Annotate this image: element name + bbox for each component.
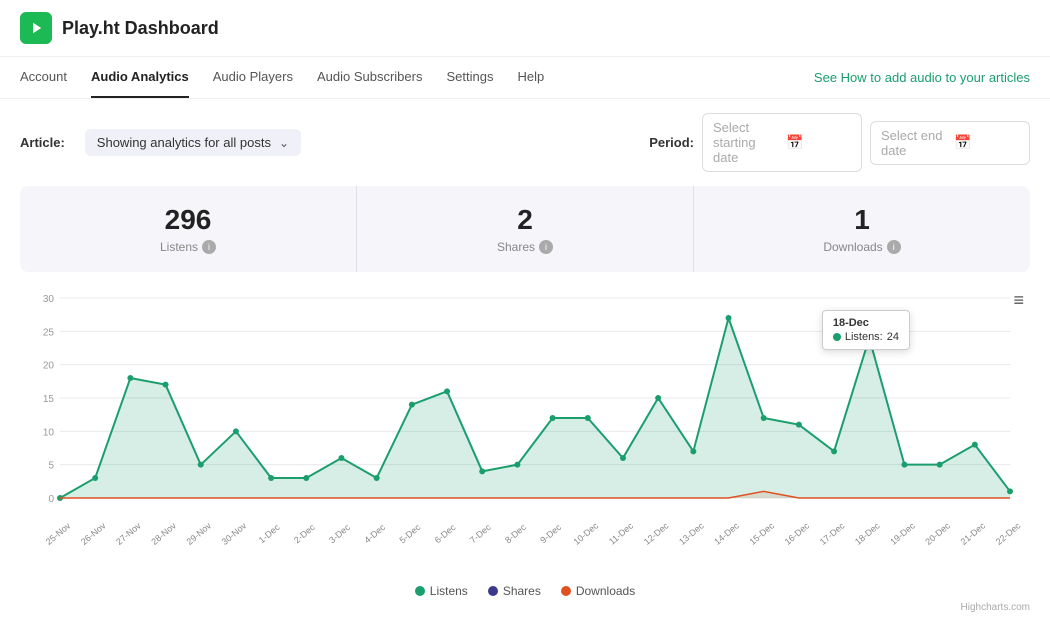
svg-text:17-Dec: 17-Dec [818,520,847,547]
svg-text:7-Dec: 7-Dec [468,522,493,545]
article-select-value: Showing analytics for all posts [97,135,271,150]
svg-text:27-Nov: 27-Nov [114,520,143,547]
svg-text:18-Dec: 18-Dec [853,520,882,547]
highcharts-credit: Highcharts.com [0,602,1050,617]
svg-text:28-Nov: 28-Nov [149,520,178,547]
svg-text:15: 15 [43,394,55,405]
svg-text:11-Dec: 11-Dec [607,520,636,546]
svg-text:9-Dec: 9-Dec [538,522,563,545]
main-nav: Account Audio Analytics Audio Players Au… [0,57,1050,99]
main-chart-svg: 0 5 10 15 20 25 30 25-Nov26-Nov27-Nov28-Nov29-N… [20,288,1030,558]
svg-text:1-Dec: 1-Dec [257,522,282,545]
stat-shares: 2 Shares i [357,186,694,272]
svg-text:21-Dec: 21-Dec [959,520,988,547]
svg-text:12-Dec: 12-Dec [642,520,671,547]
header: Play.ht Dashboard [0,0,1050,57]
nav-audio-players[interactable]: Audio Players [213,57,293,98]
legend-downloads-label: Downloads [576,584,635,598]
end-date-input[interactable]: Select end date 📅 [870,121,1030,165]
svg-text:6-Dec: 6-Dec [433,522,458,545]
svg-text:14-Dec: 14-Dec [712,520,741,547]
svg-text:25-Nov: 25-Nov [44,520,73,547]
svg-text:10: 10 [43,427,55,438]
listens-label: Listens i [38,240,338,254]
app-title: Play.ht Dashboard [62,18,219,39]
svg-text:26-Nov: 26-Nov [79,520,108,547]
calendar-icon-start: 📅 [786,134,851,151]
svg-text:13-Dec: 13-Dec [677,520,706,547]
nav-audio-analytics[interactable]: Audio Analytics [91,57,189,98]
filter-bar: Article: Showing analytics for all posts… [0,99,1050,186]
shares-label: Shares i [375,240,675,254]
svg-text:19-Dec: 19-Dec [888,520,917,547]
svg-text:3-Dec: 3-Dec [327,522,352,545]
chart-legend: Listens Shares Downloads [0,576,1050,602]
svg-text:30-Nov: 30-Nov [220,520,249,547]
period-label: Period: [649,135,694,150]
svg-text:20-Dec: 20-Dec [923,520,952,547]
svg-text:16-Dec: 16-Dec [783,520,812,547]
nav-account[interactable]: Account [20,57,67,98]
legend-dot-shares [488,586,498,596]
end-date-placeholder: Select end date [881,128,946,158]
chart-container: ≡ 0 5 10 15 20 25 30 25-Nov26-Nov27-Nov28-Nov29… [20,288,1030,568]
svg-text:0: 0 [48,494,54,505]
start-date-placeholder: Select starting date [713,120,778,165]
svg-text:4-Dec: 4-Dec [362,522,387,545]
svg-text:29-Nov: 29-Nov [184,520,213,547]
legend-listens-label: Listens [430,584,468,598]
nav-help[interactable]: Help [517,57,544,98]
stats-bar: 296 Listens i 2 Shares i 1 Downloads i [20,186,1030,272]
nav-audio-subscribers[interactable]: Audio Subscribers [317,57,423,98]
svg-text:5: 5 [48,461,54,472]
nav-settings[interactable]: Settings [446,57,493,98]
stat-listens: 296 Listens i [20,186,357,272]
chart-menu-icon[interactable]: ≡ [1013,290,1024,311]
legend-dot-listens [415,586,425,596]
shares-value: 2 [375,204,675,236]
legend-listens: Listens [415,584,468,598]
downloads-label: Downloads i [712,240,1012,254]
legend-downloads: Downloads [561,584,635,598]
svg-text:25: 25 [43,327,55,338]
svg-text:2-Dec: 2-Dec [292,522,317,545]
shares-info-icon[interactable]: i [539,240,553,254]
svg-text:8-Dec: 8-Dec [503,522,528,545]
svg-text:30: 30 [43,294,55,305]
svg-text:10-Dec: 10-Dec [572,520,601,547]
listens-value: 296 [38,204,338,236]
calendar-icon-end: 📅 [954,134,1019,151]
nav-cta-link[interactable]: See How to add audio to your articles [814,70,1030,85]
downloads-info-icon[interactable]: i [887,240,901,254]
legend-shares-label: Shares [503,584,541,598]
period-section: Period: Select starting date 📅 Select en… [649,113,1030,172]
stat-downloads: 1 Downloads i [694,186,1030,272]
legend-shares: Shares [488,584,541,598]
downloads-value: 1 [712,204,1012,236]
svg-text:22-Dec: 22-Dec [994,520,1023,547]
svg-text:5-Dec: 5-Dec [398,522,423,545]
article-label: Article: [20,135,65,150]
article-select[interactable]: Showing analytics for all posts ⌄ [85,129,301,156]
chevron-down-icon: ⌄ [279,136,289,150]
svg-text:20: 20 [43,361,55,372]
listens-info-icon[interactable]: i [202,240,216,254]
logo-icon [20,12,52,44]
start-date-input[interactable]: Select starting date 📅 [702,113,862,172]
svg-text:15-Dec: 15-Dec [747,520,776,547]
legend-dot-downloads [561,586,571,596]
